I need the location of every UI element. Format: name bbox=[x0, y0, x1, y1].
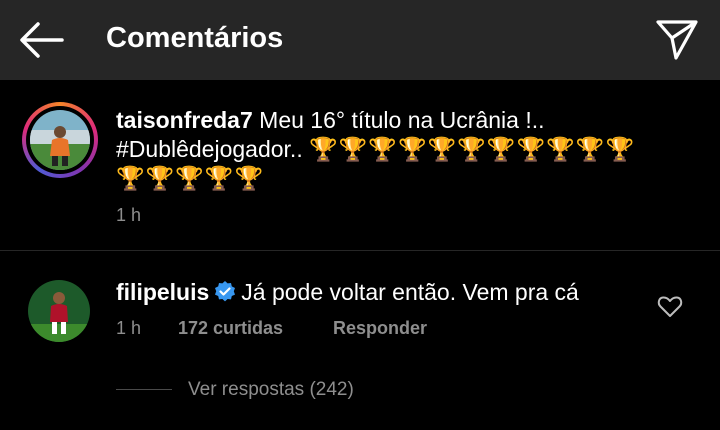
commenter-avatar[interactable] bbox=[28, 280, 90, 342]
reply-button[interactable]: Responder bbox=[333, 318, 427, 339]
comment-meta: 1 h 172 curtidas Responder bbox=[116, 318, 427, 339]
view-replies-button[interactable]: Ver respostas (242) bbox=[188, 379, 354, 401]
arrow-left-icon bbox=[20, 22, 64, 58]
profile-photo-icon bbox=[30, 110, 90, 170]
post-time: 1 h bbox=[116, 205, 142, 225]
comment-body: filipeluis Já pode voltar então. Vem pra… bbox=[116, 278, 579, 307]
post-caption: taisonfreda7 Meu 16° título na Ucrânia !… bbox=[116, 106, 696, 193]
comment-likes[interactable]: 172 curtidas bbox=[178, 318, 283, 339]
share-button[interactable] bbox=[652, 14, 702, 64]
profile-photo-icon bbox=[28, 280, 90, 342]
trophy-emojis-line2: 🏆🏆🏆🏆🏆 bbox=[116, 165, 265, 191]
back-button[interactable] bbox=[16, 18, 66, 62]
post-author-username[interactable]: taisonfreda7 bbox=[116, 107, 253, 133]
paper-plane-icon bbox=[656, 20, 698, 60]
verified-badge-icon bbox=[215, 281, 236, 302]
post-author-avatar[interactable] bbox=[22, 102, 98, 178]
page-title: Comentários bbox=[106, 22, 284, 54]
caption-hashtag[interactable]: #Dublêdejogador.. bbox=[116, 136, 303, 162]
comment-time: 1 h bbox=[116, 318, 142, 338]
commenter-username[interactable]: filipeluis bbox=[116, 279, 209, 305]
replies-divider bbox=[116, 389, 172, 390]
like-comment-button[interactable] bbox=[656, 292, 684, 320]
top-bar: Comentários bbox=[0, 0, 720, 80]
trophy-emojis-line1: 🏆🏆🏆🏆🏆🏆🏆🏆🏆🏆🏆 bbox=[309, 136, 636, 162]
caption-text: Meu 16° título na Ucrânia !.. bbox=[252, 107, 545, 133]
comment-text: Já pode voltar então. Vem pra cá bbox=[241, 279, 579, 305]
heart-outline-icon bbox=[657, 296, 683, 317]
divider bbox=[0, 250, 720, 251]
